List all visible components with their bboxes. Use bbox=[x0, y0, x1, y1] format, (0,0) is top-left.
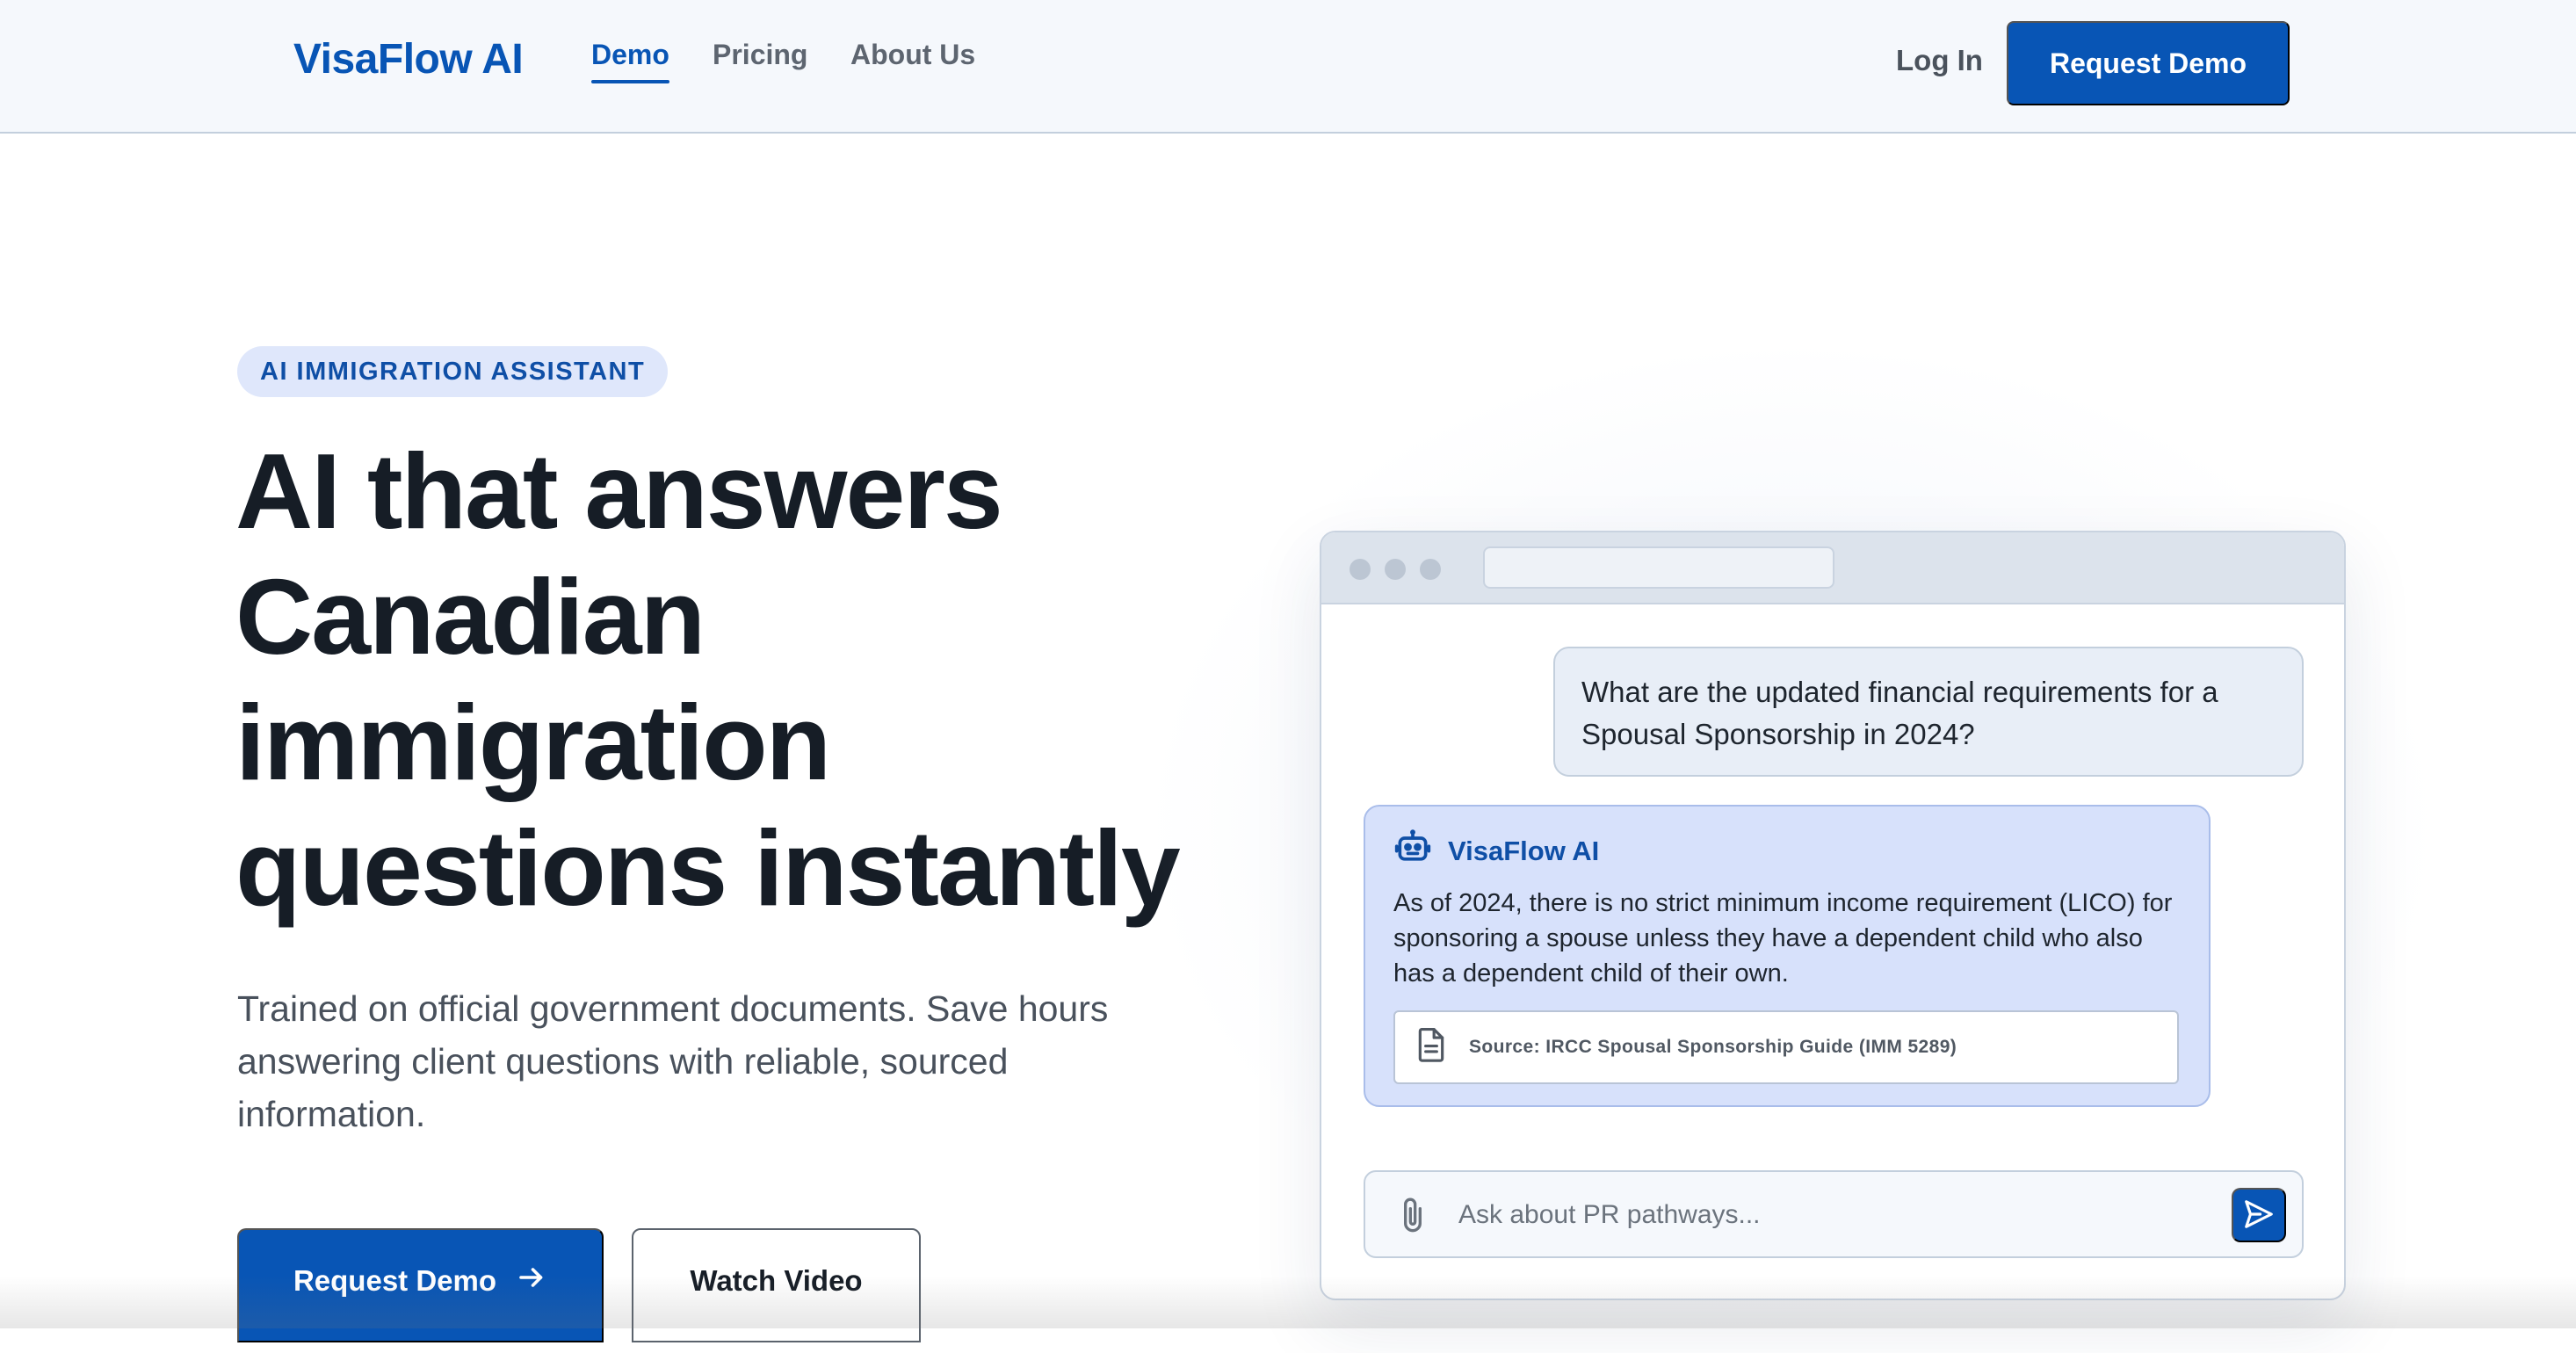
window-dot-2 bbox=[1385, 559, 1406, 580]
chat-demo-window: What are the updated financial requireme… bbox=[1320, 531, 2346, 1300]
source-citation[interactable]: Source: IRCC Spousal Sponsorship Guide (… bbox=[1393, 1010, 2179, 1084]
hero-request-demo-label: Request Demo bbox=[293, 1264, 497, 1297]
ai-name: VisaFlow AI bbox=[1448, 836, 1600, 866]
nav-link-about-us[interactable]: About Us bbox=[850, 39, 975, 71]
ai-message-bubble: VisaFlow AI As of 2024, there is no stri… bbox=[1364, 805, 2211, 1107]
logo[interactable]: VisaFlow AI bbox=[293, 35, 524, 83]
nav-link-pricing[interactable]: Pricing bbox=[713, 39, 807, 71]
nav-link-demo[interactable]: Demo bbox=[591, 39, 669, 83]
send-icon bbox=[2242, 1197, 2276, 1234]
hero-subtext: Trained on official government documents… bbox=[237, 988, 1109, 1134]
ai-message-header: VisaFlow AI bbox=[1393, 828, 1600, 874]
chat-input-bar bbox=[1364, 1170, 2304, 1258]
browser-title-bar bbox=[1321, 532, 2344, 604]
watch-video-button[interactable]: Watch Video bbox=[632, 1228, 921, 1342]
document-icon bbox=[1415, 1026, 1448, 1068]
source-citation-text: Source: IRCC Spousal Sponsorship Guide (… bbox=[1469, 1037, 1957, 1057]
top-navbar: VisaFlow AI Demo Pricing About Us Log In… bbox=[0, 0, 2576, 134]
arrow-right-icon bbox=[516, 1262, 547, 1300]
hero-request-demo-button[interactable]: Request Demo bbox=[237, 1228, 604, 1342]
window-dot-1 bbox=[1350, 559, 1371, 580]
user-message-bubble: What are the updated financial requireme… bbox=[1553, 647, 2304, 777]
browser-url-bar bbox=[1483, 546, 1834, 589]
window-dot-3 bbox=[1420, 559, 1441, 580]
nav-request-demo-button[interactable]: Request Demo bbox=[2007, 21, 2290, 105]
login-link[interactable]: Log In bbox=[1896, 44, 1983, 77]
send-button[interactable] bbox=[2232, 1188, 2286, 1242]
ai-message-text: As of 2024, there is no strict minimum i… bbox=[1393, 889, 2173, 988]
chat-input[interactable] bbox=[1458, 1193, 2179, 1237]
hero-badge: AI IMMIGRATION ASSISTANT bbox=[237, 346, 669, 397]
robot-icon bbox=[1393, 828, 1432, 874]
paperclip-icon[interactable] bbox=[1395, 1195, 1430, 1241]
